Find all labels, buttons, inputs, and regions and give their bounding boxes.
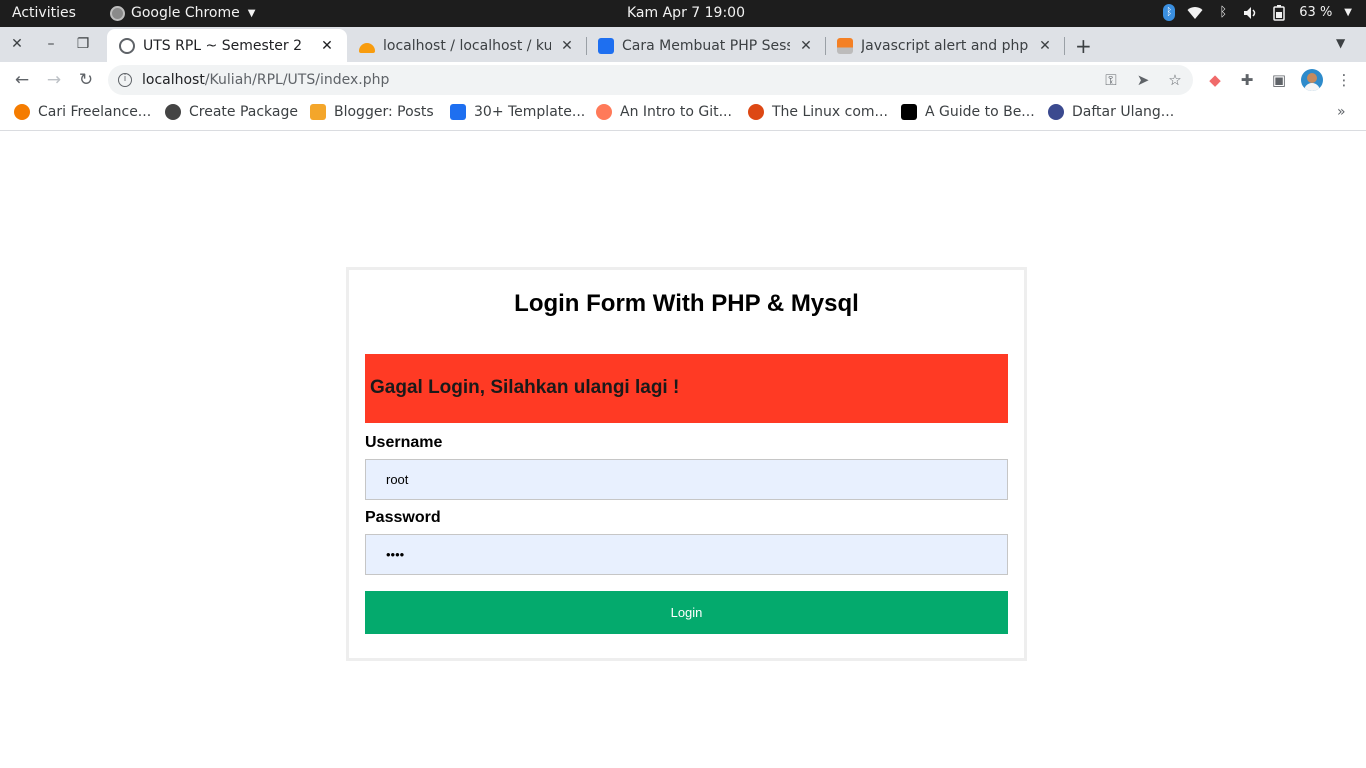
bluetooth-icon: ᛒ [1219,5,1228,20]
new-tab-icon[interactable]: + [1075,34,1092,58]
close-window-icon[interactable]: ✕ [9,36,25,52]
tab-title: UTS RPL ~ Semester 2 [143,37,302,54]
bookmark-item[interactable]: Blogger: Posts [310,104,434,120]
bookmarks-bar: Cari Freelance... Create Package Blogger… [0,98,1366,131]
bookmark-star-icon[interactable]: ☆ [1166,71,1184,89]
url-host: localhost [142,72,205,88]
close-tab-icon[interactable]: ✕ [559,38,575,54]
tab-uts-rpl[interactable]: UTS RPL ~ Semester 2 ✕ [107,29,347,62]
blogger-icon [310,104,326,120]
tab-title: Javascript alert and php h [861,37,1029,54]
wifi-icon [1187,5,1203,21]
freelance-icon [14,104,30,120]
tab-title: Cara Membuat PHP Sessio [622,37,790,54]
password-label: Password [365,509,441,526]
extension-icon[interactable]: ◆ [1205,70,1225,90]
battery-percent: 63 % [1299,5,1333,20]
bookmark-item[interactable]: 30+ Template... [450,104,585,120]
medium-icon [901,104,917,120]
bookmark-item[interactable]: The Linux com... [748,104,888,120]
app-name: Google Chrome [131,5,240,21]
caret-down-icon: ▼ [247,7,256,19]
stackoverflow-icon [837,37,853,54]
tab-javascript-alert[interactable]: Javascript alert and php h ✕ [825,29,1065,62]
bookmarks-overflow-icon[interactable]: » [1337,104,1346,120]
bookmark-item[interactable]: Daftar Ulang... [1048,104,1174,120]
bookmark-item[interactable]: Cari Freelance... [14,104,151,120]
tab-separator [1064,37,1065,55]
bookmark-item[interactable]: Create Package [165,104,298,120]
login-form: Login Form With PHP & Mysql Gagal Login,… [346,267,1027,661]
globe-icon [119,37,135,54]
error-alert: Gagal Login, Silahkan ulangi lagi ! [365,354,1008,423]
close-tab-icon[interactable]: ✕ [319,38,335,54]
system-top-bar: Activities Google Chrome ▼ Kam Apr 7 19:… [0,0,1366,27]
error-message: Gagal Login, Silahkan ulangi lagi ! [370,377,680,398]
battery-icon [1271,4,1287,21]
activities-button[interactable]: Activities [12,5,76,21]
hubspot-icon [596,104,612,120]
university-seal-icon [1048,104,1064,120]
forward-arrow-icon[interactable]: → [44,70,64,90]
send-icon[interactable]: ➤ [1134,71,1152,89]
globe-icon [165,104,181,120]
close-tab-icon[interactable]: ✕ [798,38,814,54]
url-path: /Kuliah/RPL/UTS/index.php [204,72,390,88]
app-menu[interactable]: Google Chrome ▼ [110,5,255,21]
site-wave-icon [450,104,466,120]
system-tray[interactable]: ᛒ ᛒ 63 % ▼ [1163,4,1352,21]
address-bar[interactable]: i localhost/Kuliah/RPL/UTS/index.php ⚿ ➤… [108,65,1193,95]
minimize-icon[interactable]: – [43,36,59,52]
ubuntu-icon [748,104,764,120]
tab-strip: ✕ – ❐ UTS RPL ~ Semester 2 ✕ localhost /… [0,27,1366,62]
close-tab-icon[interactable]: ✕ [1037,38,1053,54]
bookmark-label: Blogger: Posts [334,104,434,120]
browser-toolbar: ← → ↻ i localhost/Kuliah/RPL/UTS/index.p… [0,62,1366,98]
bookmark-item[interactable]: An Intro to Git... [596,104,732,120]
phpmyadmin-icon [359,42,375,53]
avatar-face [1307,73,1317,83]
profile-avatar[interactable] [1301,69,1323,91]
bookmark-label: The Linux com... [772,104,888,120]
volume-icon [1243,5,1259,21]
tab-search-chevron-icon[interactable]: ▼ [1336,36,1345,50]
bookmark-label: Cari Freelance... [38,104,152,120]
bookmark-label: Create Package [189,104,298,120]
reload-icon[interactable]: ↻ [76,70,96,90]
bookmark-label: Daftar Ulang... [1072,104,1175,120]
kebab-menu-icon[interactable]: ⋮ [1334,70,1354,90]
restore-icon[interactable]: ❐ [75,36,91,52]
username-field[interactable] [365,459,1008,500]
bookmark-label: An Intro to Git... [620,104,732,120]
back-arrow-icon[interactable]: ← [12,70,32,90]
bookmark-label: 30+ Template... [474,104,586,120]
site-wave-icon [598,37,614,54]
chrome-icon [110,5,125,21]
puzzle-icon[interactable]: ✚ [1237,70,1257,90]
bookmark-item[interactable]: A Guide to Be... [901,104,1035,120]
tab-phpmyadmin[interactable]: localhost / localhost / kuli ✕ [347,29,587,62]
clock[interactable]: Kam Apr 7 19:00 [627,5,745,21]
page-title: Login Form With PHP & Mysql [514,290,859,317]
tab-title: localhost / localhost / kuli [383,37,551,54]
password-field[interactable] [365,534,1008,575]
side-panel-icon[interactable]: ▣ [1269,70,1289,90]
bookmark-label: A Guide to Be... [925,104,1035,120]
system-menu-caret-icon[interactable]: ▼ [1344,7,1352,18]
username-label: Username [365,434,443,451]
tab-php-session[interactable]: Cara Membuat PHP Sessio ✕ [586,29,826,62]
site-info-icon[interactable]: i [118,73,132,87]
bluetooth-app-icon[interactable]: ᛒ [1163,4,1176,21]
key-icon[interactable]: ⚿ [1102,71,1120,89]
login-button[interactable]: Login [365,591,1008,634]
page-content: Login Form With PHP & Mysql Gagal Login,… [0,132,1366,768]
avatar-body [1304,83,1320,91]
url-text[interactable]: localhost/Kuliah/RPL/UTS/index.php [142,72,389,88]
